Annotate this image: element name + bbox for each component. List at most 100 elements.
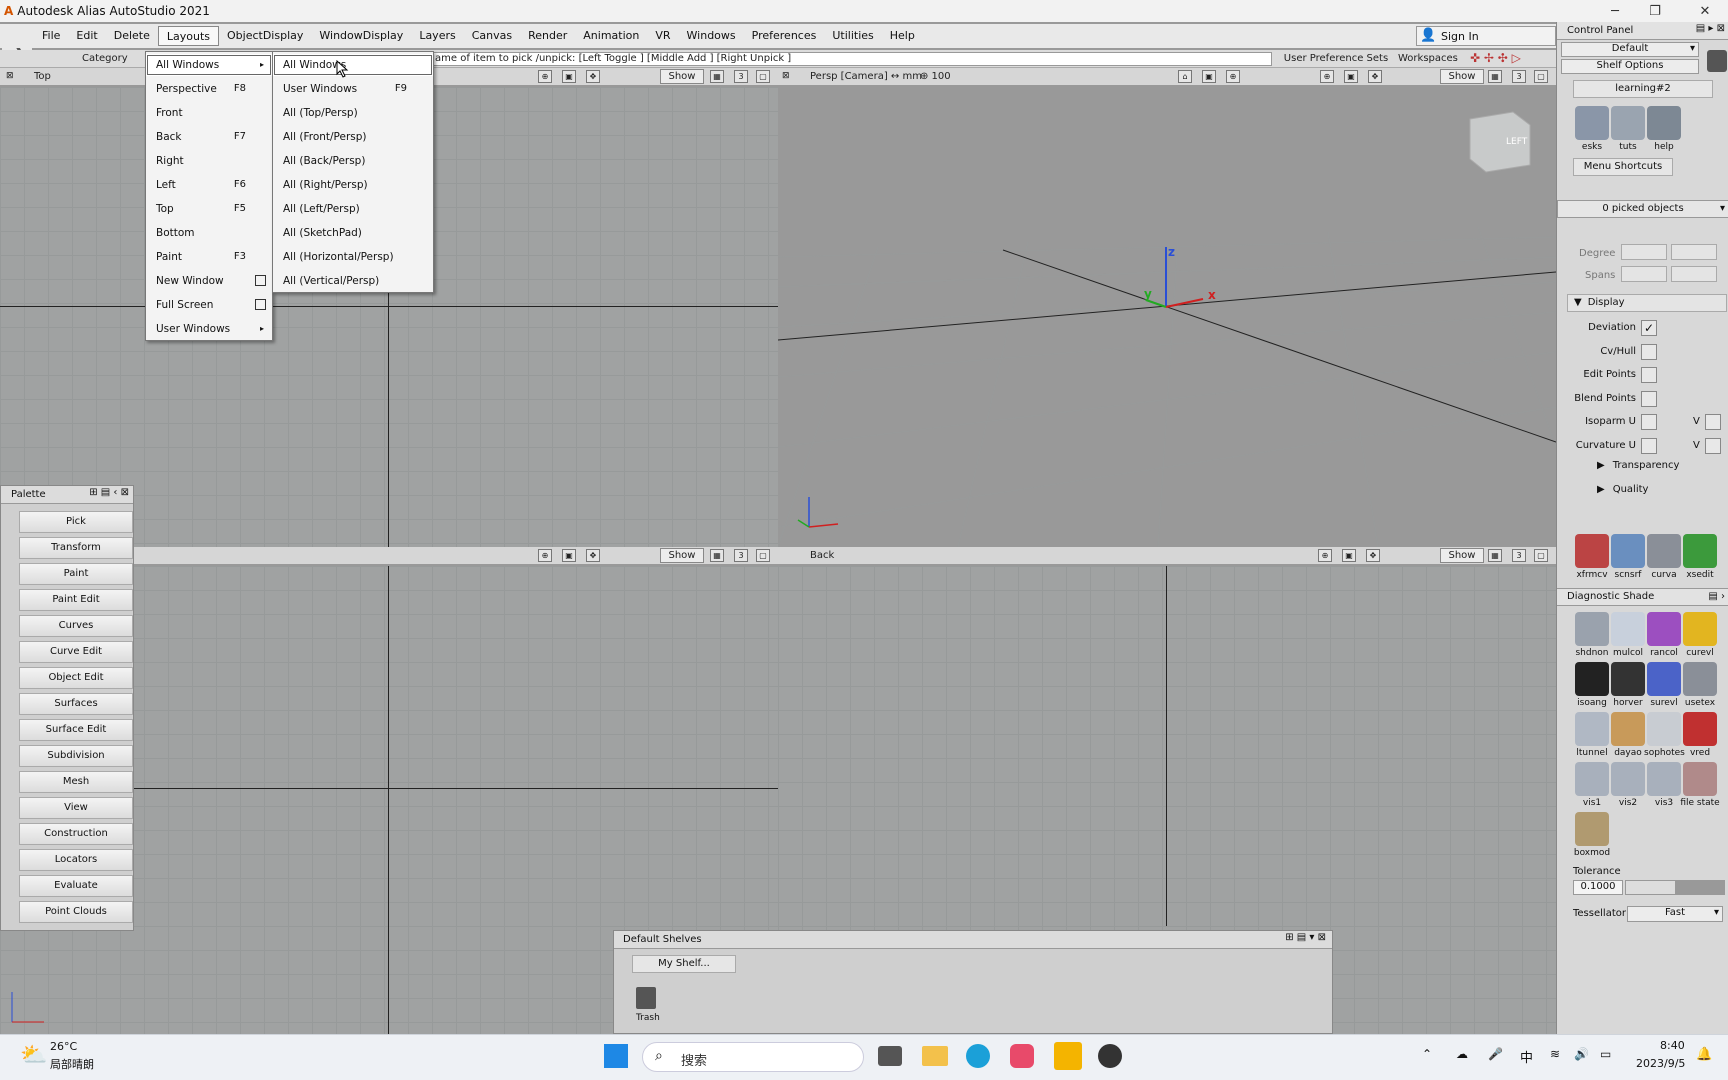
picked-objects-dropdown[interactable]: 0 picked objects ▾: [1557, 200, 1728, 218]
shelf-options-button[interactable]: Shelf Options: [1561, 59, 1699, 74]
menu-file[interactable]: File: [34, 26, 68, 46]
show-button[interactable]: Show: [660, 69, 704, 84]
edge-icon[interactable]: [966, 1044, 990, 1068]
menu-layouts[interactable]: Layouts: [157, 26, 220, 46]
close-icon[interactable]: ⊠: [782, 71, 790, 81]
vred-icon[interactable]: [1683, 712, 1717, 746]
panel-controls[interactable]: ▤ ›: [1708, 589, 1725, 605]
tuts-icon[interactable]: [1611, 106, 1645, 140]
file-state-icon[interactable]: [1683, 762, 1717, 796]
edit-points-checkbox[interactable]: [1641, 367, 1657, 383]
quality-section[interactable]: ▶ Quality: [1597, 484, 1648, 495]
palette-transform-button[interactable]: Transform: [19, 537, 133, 559]
zoom-icon[interactable]: ⊕: [1320, 70, 1334, 83]
shdnon-icon[interactable]: [1575, 612, 1609, 646]
menu-item-bottom[interactable]: Bottom: [146, 222, 272, 244]
vis2-icon[interactable]: [1611, 762, 1645, 796]
layer-count[interactable]: 3: [1512, 549, 1526, 562]
menu-item-paint[interactable]: Paint F3: [146, 246, 272, 268]
submenu-item-all-right-persp-[interactable]: All (Right/Persp): [273, 174, 433, 196]
menu-windowdisplay[interactable]: WindowDisplay: [311, 26, 411, 46]
menu-item-new-window[interactable]: New Window: [146, 270, 272, 292]
trash-icon[interactable]: [1707, 50, 1727, 72]
xsedit-icon[interactable]: [1683, 534, 1717, 568]
panel-controls[interactable]: ▤ ▸ ⊠: [1696, 23, 1725, 34]
menu-windows[interactable]: Windows: [679, 26, 744, 46]
zoom-icon[interactable]: ⊕: [1318, 549, 1332, 562]
preset-dropdown[interactable]: Default ▾: [1561, 42, 1699, 57]
menu-item-top[interactable]: Top F5: [146, 198, 272, 220]
boxmod-icon[interactable]: [1575, 812, 1609, 846]
palette-surface-edit-button[interactable]: Surface Edit: [19, 719, 133, 741]
layer-count[interactable]: 3: [734, 70, 748, 83]
submenu-item-all-vertical-persp-[interactable]: All (Vertical/Persp): [273, 270, 433, 292]
palette-curve-edit-button[interactable]: Curve Edit: [19, 641, 133, 663]
show-button[interactable]: Show: [1440, 69, 1484, 84]
submenu-item-user-windows[interactable]: User Windows F9: [273, 78, 433, 100]
camera-icon[interactable]: ⌂: [1178, 70, 1192, 83]
isoparm-u-v-checkbox[interactable]: [1705, 414, 1721, 430]
blend-points-checkbox[interactable]: [1641, 390, 1657, 407]
maximize-viewport-icon[interactable]: ▢: [1534, 549, 1548, 562]
persp-viewport[interactable]: z x y LEFT: [778, 87, 1556, 547]
zoom-icon[interactable]: ⊕: [538, 549, 552, 562]
palette-paint-edit-button[interactable]: Paint Edit: [19, 589, 133, 611]
mulcol-icon[interactable]: [1611, 612, 1645, 646]
mic-icon[interactable]: 🎤: [1488, 1047, 1503, 1061]
palette-point-clouds-button[interactable]: Point Clouds: [19, 901, 133, 923]
layer-count[interactable]: 3: [1512, 70, 1526, 83]
weather-icon[interactable]: ⛅: [20, 1043, 47, 1068]
surevl-icon[interactable]: [1647, 662, 1681, 696]
menu-item-left[interactable]: Left F6: [146, 174, 272, 196]
show-button[interactable]: Show: [660, 548, 704, 563]
menu-shortcuts-tab[interactable]: Menu Shortcuts: [1573, 158, 1673, 176]
tessellator-dropdown[interactable]: Fast ▾: [1627, 906, 1723, 922]
menu-preferences[interactable]: Preferences: [744, 26, 825, 46]
tolerance-field[interactable]: 0.1000: [1573, 880, 1623, 895]
vis1-icon[interactable]: [1575, 762, 1609, 796]
submenu-item-all-back-persp-[interactable]: All (Back/Persp): [273, 150, 433, 172]
menu-animation[interactable]: Animation: [575, 26, 647, 46]
palette-evaluate-button[interactable]: Evaluate: [19, 875, 133, 897]
menu-layers[interactable]: Layers: [411, 26, 463, 46]
submenu-item-all-left-persp-[interactable]: All (Left/Persp): [273, 198, 433, 220]
isoang-icon[interactable]: [1575, 662, 1609, 696]
menu-item-full-screen[interactable]: Full Screen: [146, 294, 272, 316]
palette-locators-button[interactable]: Locators: [19, 849, 133, 871]
palette-mesh-button[interactable]: Mesh: [19, 771, 133, 793]
usetex-icon[interactable]: [1683, 662, 1717, 696]
volume-icon[interactable]: 🔊: [1574, 1047, 1589, 1061]
close-icon[interactable]: ⊠: [6, 71, 14, 81]
window-option-icon[interactable]: [255, 299, 266, 310]
menu-help[interactable]: Help: [882, 26, 923, 46]
notification-icon[interactable]: 🔔: [1696, 1047, 1712, 1062]
clock-date[interactable]: 2023/9/5: [1636, 1057, 1685, 1070]
palette-window-controls[interactable]: ⊞ ▤ ‹ ⊠: [89, 487, 129, 498]
palette-paint-button[interactable]: Paint: [19, 563, 133, 585]
chevron-up-icon[interactable]: ⌃: [1422, 1047, 1432, 1061]
curvature-u-checkbox[interactable]: [1641, 437, 1657, 454]
horver-icon[interactable]: [1611, 662, 1645, 696]
degree-field-v[interactable]: [1671, 244, 1717, 260]
layer-count[interactable]: 3: [734, 549, 748, 562]
battery-icon[interactable]: ▭: [1600, 1047, 1611, 1061]
spans-field[interactable]: [1621, 266, 1667, 282]
maximize-viewport-icon[interactable]: ▢: [756, 70, 770, 83]
vis3-icon[interactable]: [1647, 762, 1681, 796]
palette-pick-button[interactable]: Pick: [19, 511, 133, 533]
menu-item-user-windows[interactable]: User Windows ▸: [146, 318, 272, 340]
rancol-icon[interactable]: [1647, 612, 1681, 646]
ime-indicator[interactable]: 中: [1520, 1047, 1533, 1066]
submenu-item-all-windows[interactable]: All Windows: [273, 54, 433, 76]
menu-objectdisplay[interactable]: ObjectDisplay: [219, 26, 311, 46]
palette-curves-button[interactable]: Curves: [19, 615, 133, 637]
sign-in-button[interactable]: 👤 Sign In: [1416, 26, 1556, 46]
menu-vr[interactable]: VR: [647, 26, 678, 46]
my-shelf-tab[interactable]: My Shelf...: [632, 955, 736, 973]
recorder-icon[interactable]: [1098, 1044, 1122, 1068]
cloud-icon[interactable]: ☁: [1456, 1047, 1468, 1061]
scnsrf-icon[interactable]: [1611, 534, 1645, 568]
menu-canvas[interactable]: Canvas: [464, 26, 520, 46]
grid-toggle-icon[interactable]: ▦: [710, 549, 724, 562]
display-section-header[interactable]: ▼ Display: [1567, 294, 1727, 312]
